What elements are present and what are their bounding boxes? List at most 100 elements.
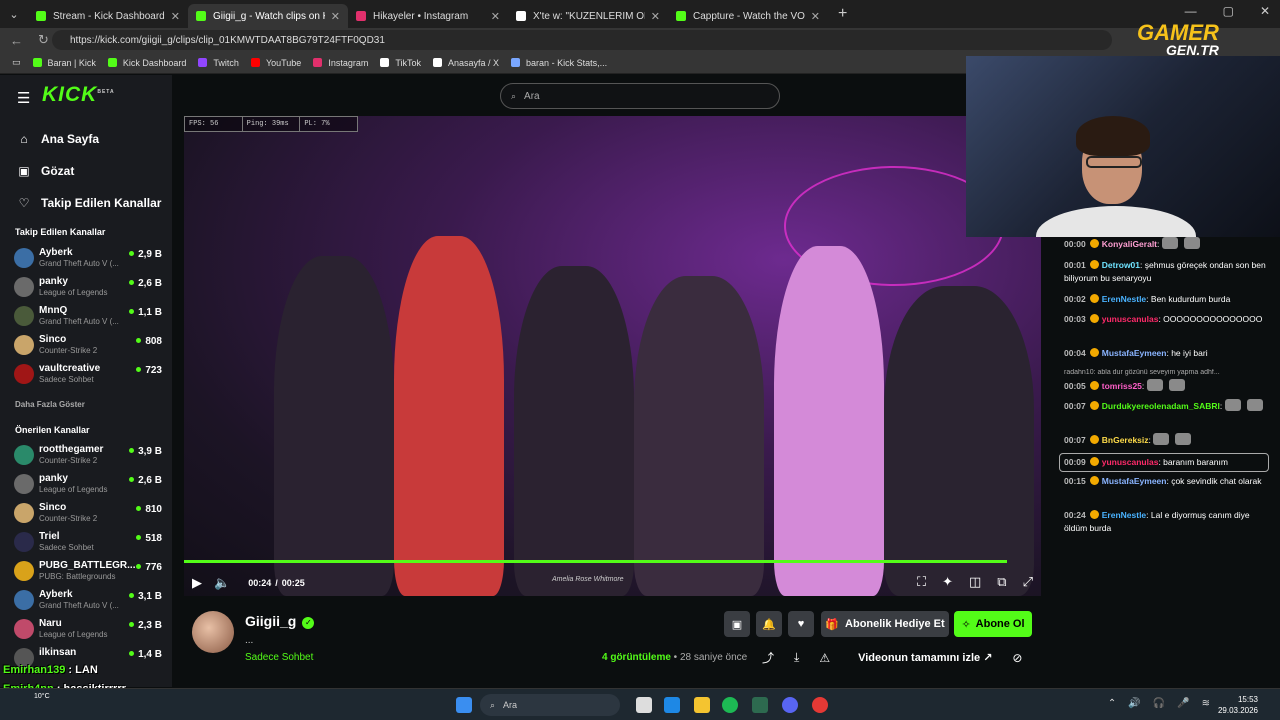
url-field[interactable]: https://kick.com/giigii_g/clips/clip_01K… xyxy=(52,30,1112,50)
sidebar-channel[interactable]: panky League of Legends 2,6 B xyxy=(14,471,162,497)
bookmark-item[interactable]: Anasayfa / X xyxy=(433,58,499,68)
headset-icon[interactable]: 🎧 xyxy=(1153,698,1165,709)
back-icon[interactable]: ← xyxy=(10,33,28,48)
browser-tab[interactable]: Stream - Kick Dashboard ✕ xyxy=(28,4,188,28)
sidebar-channel[interactable]: Ayberk Grand Theft Auto V (... 3,1 B xyxy=(14,587,162,613)
category-link[interactable]: Sadece Sohbet xyxy=(245,652,313,663)
sidebar-channel[interactable]: Sinco Counter-Strike 2 808 xyxy=(14,332,162,358)
taskbar-search[interactable]: ⌕ Ara xyxy=(480,694,620,716)
sidebar-channel[interactable]: Sinco Counter-Strike 2 810 xyxy=(14,500,162,526)
search-icon: ⌕ xyxy=(490,699,496,710)
edge-icon[interactable] xyxy=(664,697,680,713)
gift-sub-button[interactable]: 🎁 Abonelik Hediye Et xyxy=(821,611,949,637)
mute-icon[interactable]: ⊘ xyxy=(1012,651,1022,665)
fullscreen-icon[interactable]: ⤢ xyxy=(1023,574,1033,590)
explorer-icon[interactable] xyxy=(694,697,710,713)
report-icon[interactable]: ⚠ xyxy=(819,651,830,665)
nav-following[interactable]: ♡ Takip Edilen Kanallar xyxy=(16,187,162,219)
close-tab-icon[interactable]: ✕ xyxy=(171,10,180,23)
sidebar-channel[interactable]: Triel Sadece Sohbet 518 xyxy=(14,529,162,555)
close-tab-icon[interactable]: ✕ xyxy=(651,10,660,23)
emote-icon xyxy=(1161,237,1178,249)
taskbar-clock[interactable]: 15:53 29.03.2026 xyxy=(1218,694,1258,716)
nav-browse[interactable]: ▣ Gözat xyxy=(16,155,161,187)
chat-message: 00:09 yunuscanulas: baranım baranım xyxy=(1059,453,1269,472)
bookmark-item[interactable]: Twitch xyxy=(198,58,239,68)
close-tab-icon[interactable]: ✕ xyxy=(491,10,500,23)
crop-icon[interactable]: ⛶ xyxy=(917,574,926,590)
theater-icon[interactable]: ◫ xyxy=(969,574,981,590)
channel-name[interactable]: Giigii_g ✓ xyxy=(245,613,315,629)
clip-icon-button[interactable]: ▣ xyxy=(724,611,750,637)
weather-widget[interactable]: 10°C xyxy=(34,693,50,700)
webcam-overlay xyxy=(966,56,1280,237)
close-tab-icon[interactable]: ✕ xyxy=(331,10,340,23)
close-icon[interactable]: ✕ xyxy=(1260,4,1270,18)
watch-full-video-button[interactable]: Videonun tamamını izle ↗ xyxy=(858,651,992,664)
nav-home[interactable]: ⌂ Ana Sayfa xyxy=(16,123,161,155)
sidebar-channel[interactable]: PUBG_BATTLEGR... PUBG: Battlegrounds 776 xyxy=(14,558,162,584)
heart-button[interactable]: ♥ xyxy=(788,611,814,637)
play-icon[interactable]: ▶ xyxy=(192,575,202,591)
sidebar-channel[interactable]: rootthegamer Counter-Strike 2 3,9 B xyxy=(14,442,162,468)
wifi-icon[interactable]: ≋ xyxy=(1202,698,1210,709)
video-player[interactable] xyxy=(184,116,1041,596)
new-tab-button[interactable]: + xyxy=(838,5,847,23)
sidebar-channel[interactable]: Ayberk Grand Theft Auto V (... 2,9 B xyxy=(14,245,162,271)
bookmark-item[interactable]: Kick Dashboard xyxy=(107,58,186,68)
minimize-icon[interactable]: — xyxy=(1185,4,1197,18)
sidebar-channel[interactable]: Naru League of Legends 2,3 B xyxy=(14,616,162,642)
search-input[interactable]: ⌕ Ara xyxy=(500,83,780,109)
badge-icon xyxy=(1089,260,1099,269)
bookmark-item[interactable]: TikTok xyxy=(380,58,421,68)
emote-icon xyxy=(1146,379,1163,391)
share-icon[interactable]: ⤴ xyxy=(762,649,774,666)
app-icon[interactable] xyxy=(752,697,768,713)
browser-tab[interactable]: Giigii_g - Watch clips on Kick✕ xyxy=(188,4,348,28)
bell-icon[interactable]: 🔔 xyxy=(756,611,782,637)
sidebar-channel[interactable]: panky League of Legends 2,6 B xyxy=(14,274,162,300)
main-nav: ⌂ Ana Sayfa ▣ Gözat ♡ Takip Edilen Kanallar xyxy=(16,123,161,219)
tab-list-icon[interactable]: ⌄ xyxy=(0,0,28,28)
badge-icon xyxy=(1089,401,1099,410)
subscribe-button[interactable]: ✧ Abone Ol xyxy=(954,611,1032,637)
kick-logo[interactable]: KICKBETA xyxy=(42,83,115,107)
bookmark-favicon-icon xyxy=(511,58,521,67)
pip-icon[interactable]: ⧉ xyxy=(997,574,1006,590)
video-figure xyxy=(884,286,1034,596)
tab-favicon-icon xyxy=(676,11,686,21)
start-icon[interactable] xyxy=(456,697,472,713)
video-progress-bar[interactable] xyxy=(184,560,1007,563)
mic-icon[interactable]: 🎤 xyxy=(1177,698,1189,709)
task-view-icon[interactable] xyxy=(636,697,652,713)
sidebar-channel[interactable]: MnnQ Grand Theft Auto V (... 1,1 B xyxy=(14,303,162,329)
browser-tab[interactable]: Cappture - Watch the VOD on Kick✕ xyxy=(668,4,828,28)
video-figure xyxy=(514,266,634,596)
close-tab-icon[interactable]: ✕ xyxy=(811,10,820,23)
channel-avatar[interactable] xyxy=(192,611,234,653)
menu-icon[interactable]: ☰ xyxy=(17,89,30,107)
spotify-icon[interactable] xyxy=(722,697,738,713)
sidebar-channel[interactable]: vaultcreative Sadece Sohbet 723 xyxy=(14,361,162,387)
current-time: 00:24 xyxy=(248,578,272,588)
bookmark-item[interactable]: YouTube xyxy=(250,58,301,68)
kick-page: ☰ KICKBETA ⌂ Ana Sayfa ▣ Gözat ♡ Takip Edil… xyxy=(0,22,1280,714)
chevron-up-icon[interactable]: ⌃ xyxy=(1108,698,1116,709)
maximize-icon[interactable]: ▢ xyxy=(1223,4,1234,18)
bookmark-item[interactable]: Baran | Kick xyxy=(32,58,96,68)
browser-tab[interactable]: X'te w: "KUZENLERİM OLAYLAR B...✕ xyxy=(508,4,668,28)
bookmark-item[interactable]: baran - Kick Stats,... xyxy=(511,58,607,68)
discord-icon[interactable] xyxy=(782,697,798,713)
chat-message: 00:07 BnGereksiz: xyxy=(1064,433,1272,447)
volume-icon[interactable]: 🔈 xyxy=(214,575,230,591)
sidebar-toggle-icon[interactable]: ▭ xyxy=(12,57,21,68)
show-more-link[interactable]: Daha Fazla Göster xyxy=(15,400,85,409)
sparkle-icon[interactable]: ✦ xyxy=(942,574,953,590)
browser-tab[interactable]: Hikayeler • Instagram ✕ xyxy=(348,4,508,28)
emote-icon xyxy=(1168,379,1185,391)
speaker-icon[interactable]: 🔊 xyxy=(1128,698,1140,709)
chrome-icon[interactable] xyxy=(812,697,828,713)
download-icon[interactable]: ⤓ xyxy=(794,650,799,665)
bookmark-favicon-icon xyxy=(32,58,42,67)
bookmark-item[interactable]: Instagram xyxy=(313,58,368,68)
